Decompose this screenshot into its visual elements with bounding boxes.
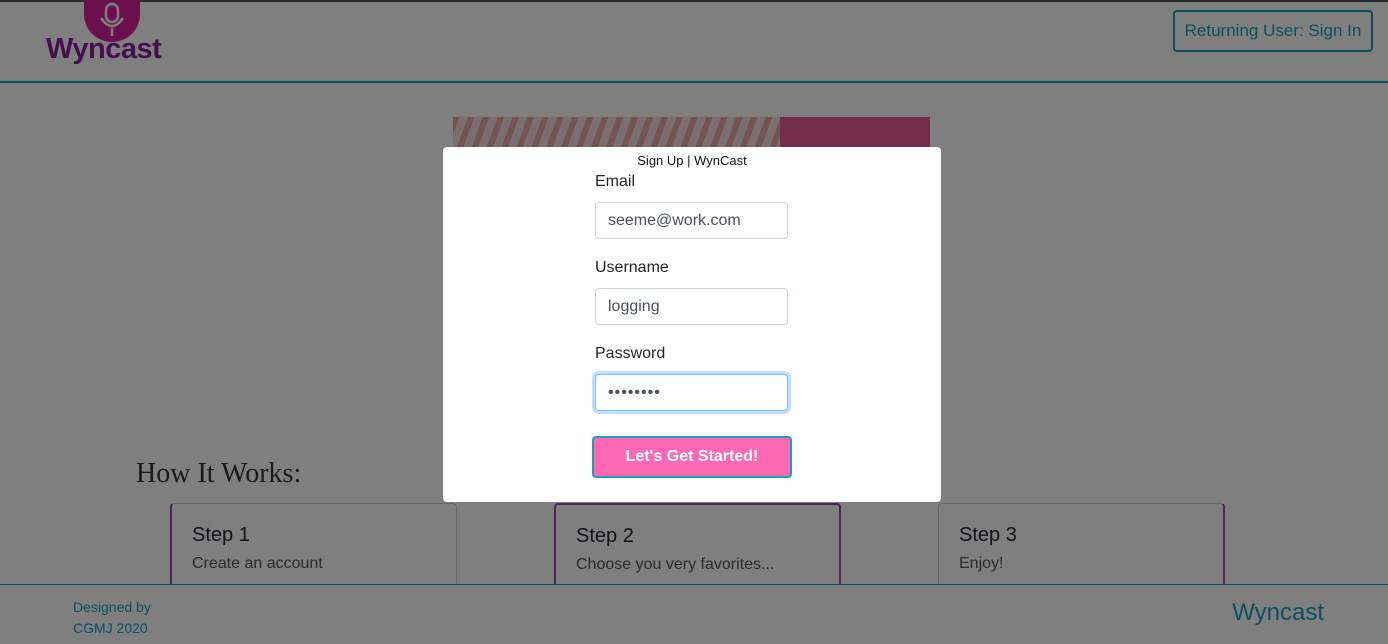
email-label: Email: [595, 173, 636, 190]
password-label: Password: [595, 345, 666, 362]
email-field[interactable]: [595, 202, 788, 239]
password-field[interactable]: [595, 374, 788, 411]
signup-modal: Sign Up | WynCast Email Username Passwor…: [443, 147, 941, 502]
modal-title: Sign Up | WynCast: [637, 153, 747, 168]
username-field[interactable]: [595, 288, 788, 325]
get-started-button[interactable]: Let's Get Started!: [592, 436, 792, 478]
username-label: Username: [595, 259, 669, 276]
